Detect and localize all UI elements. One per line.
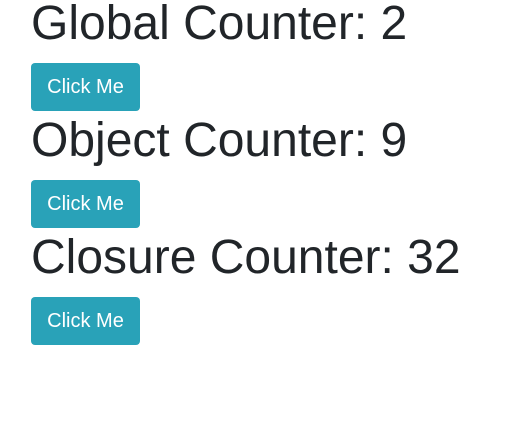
global-counter-heading: Global Counter: 2 [31,0,408,50]
object-counter-heading: Object Counter: 9 [31,114,408,167]
closure-counter-section: Closure Counter: 32 Click Me [31,234,461,345]
object-counter-click-button[interactable]: Click Me [31,180,140,228]
global-counter-section: Global Counter: 2 Click Me [31,0,407,111]
closure-counter-heading: Closure Counter: 32 [31,231,461,284]
object-counter-section: Object Counter: 9 Click Me [31,117,407,228]
closure-counter-click-button[interactable]: Click Me [31,297,140,345]
global-counter-click-button[interactable]: Click Me [31,63,140,111]
